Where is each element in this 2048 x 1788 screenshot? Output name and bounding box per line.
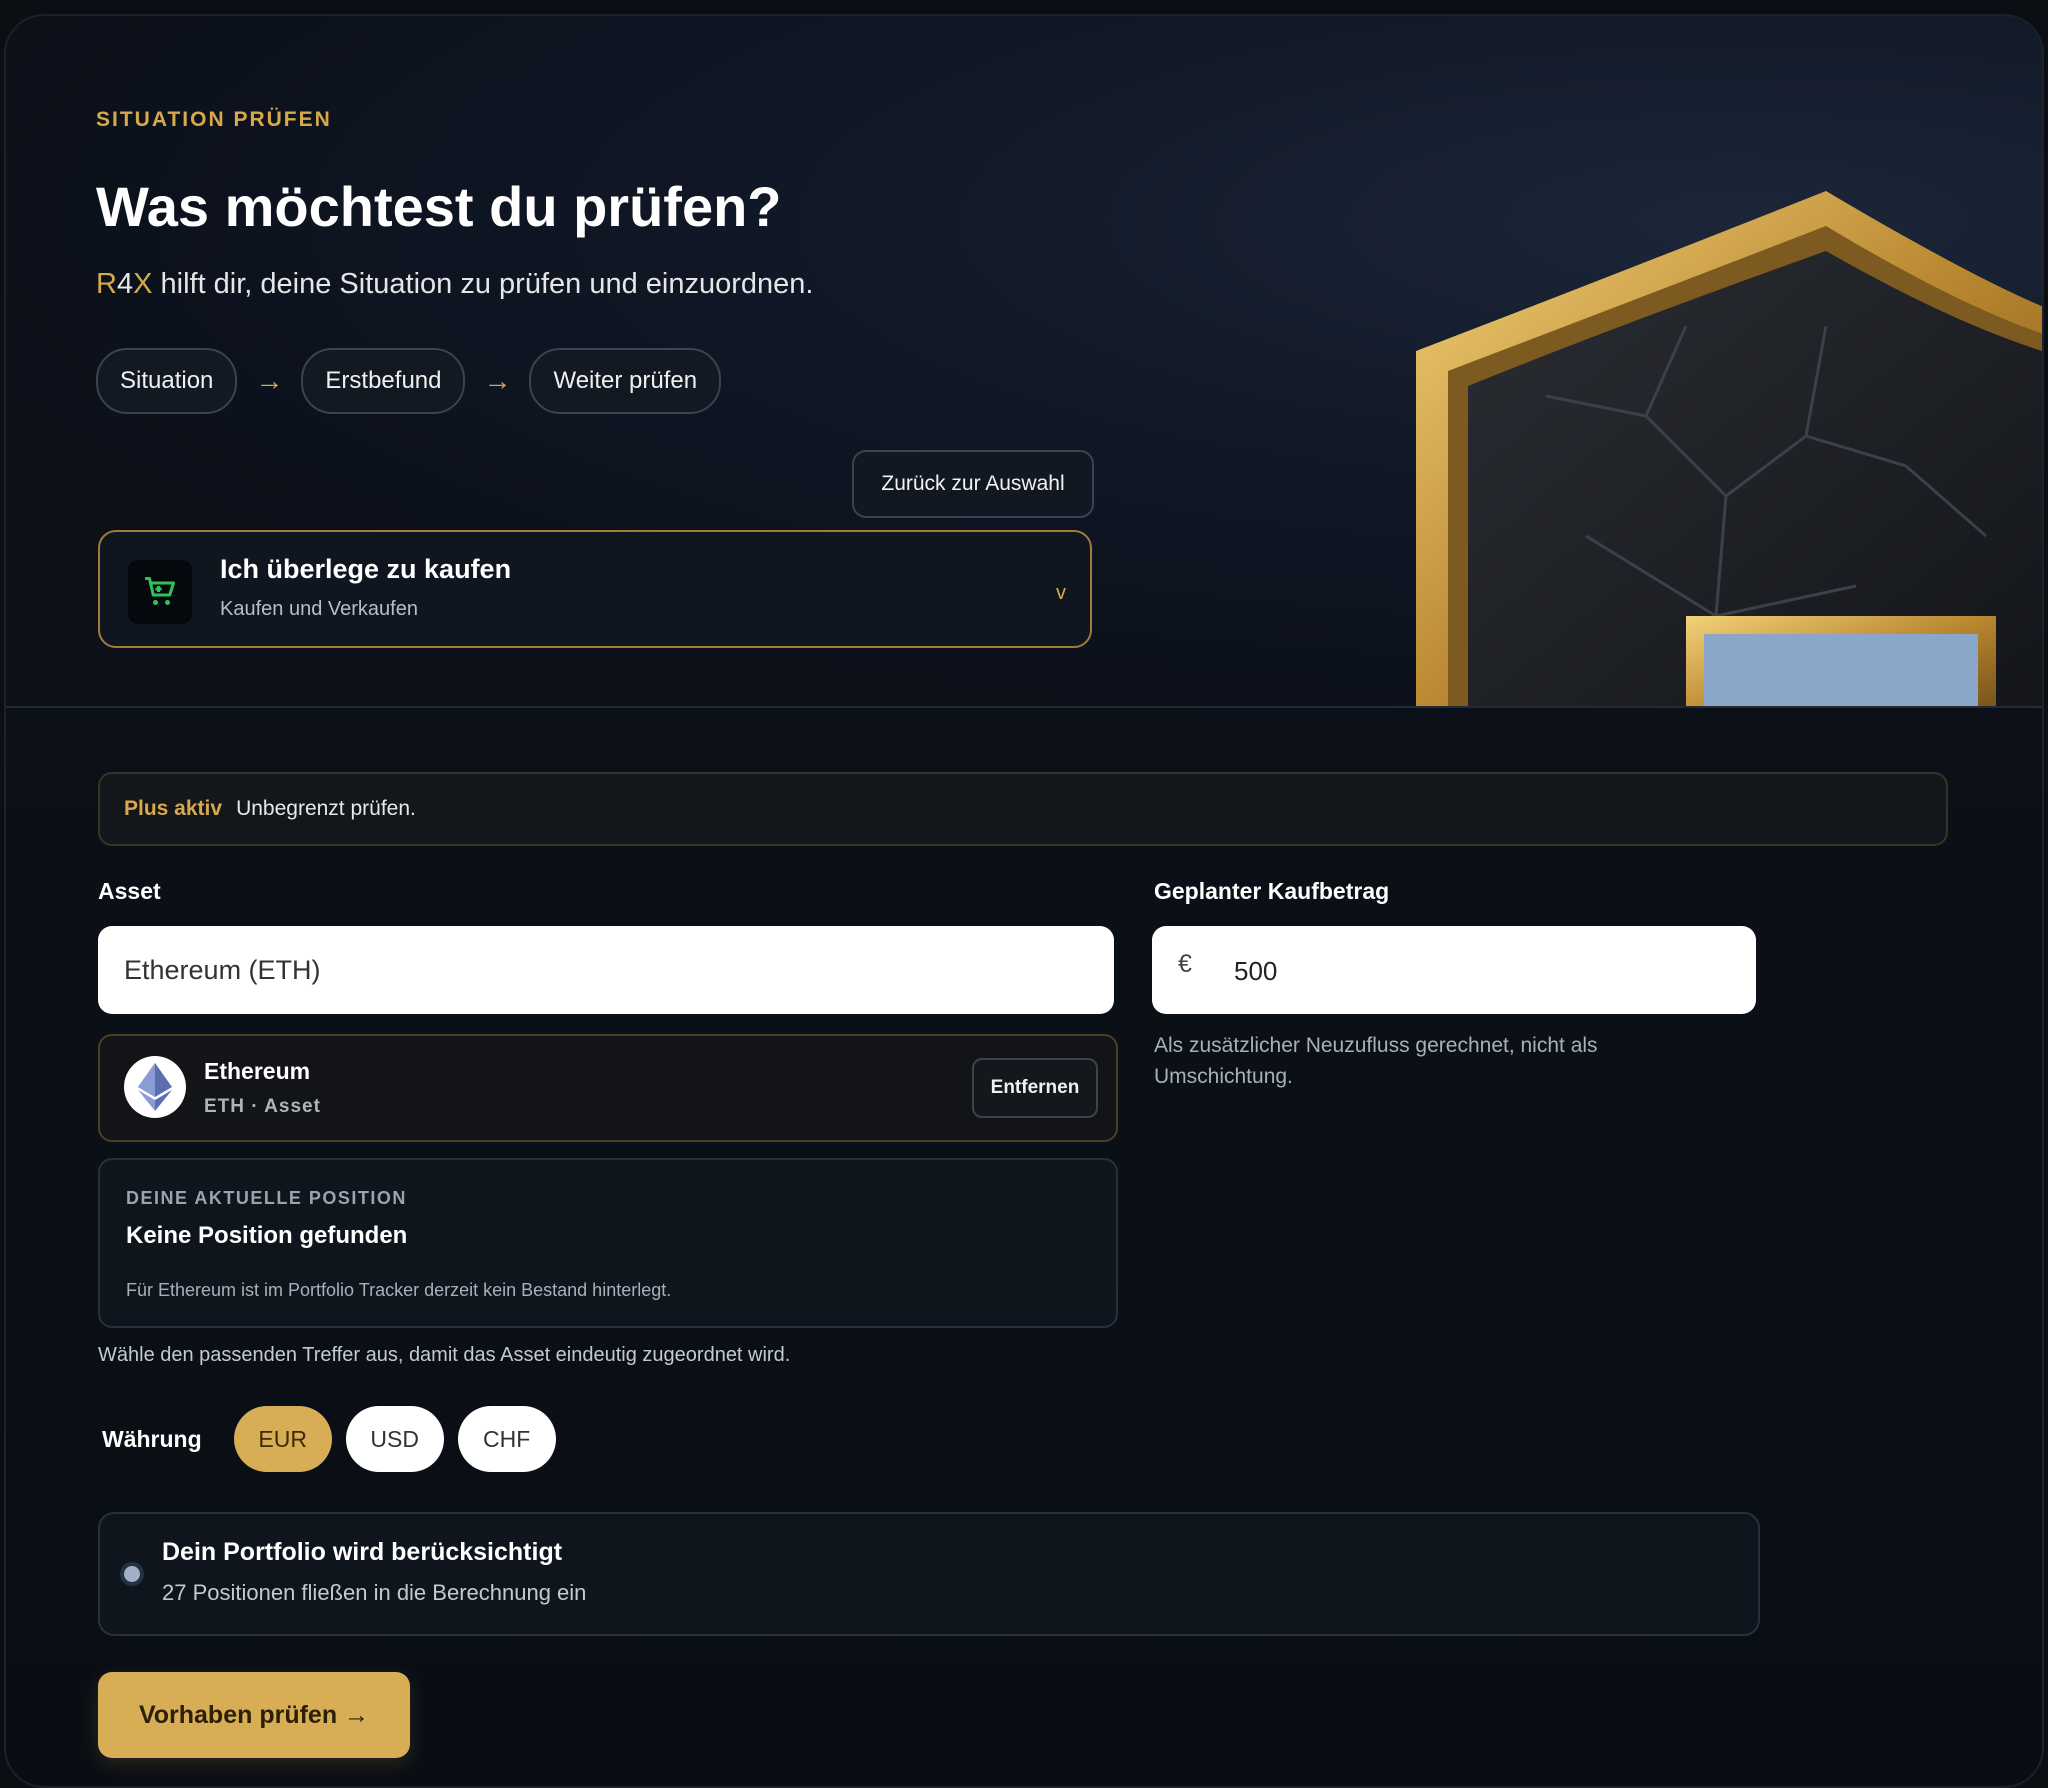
currency-selector: Währung EUR USD CHF — [102, 1406, 556, 1472]
amount-label: Geplanter Kaufbetrag — [1154, 878, 1390, 904]
asset-label: Asset — [98, 878, 161, 904]
currency-option-eur[interactable]: EUR — [233, 1406, 332, 1472]
page-subtitle: R4X hilft dir, deine Situation zu prüfen… — [96, 268, 813, 301]
current-position-card: DEINE AKTUELLE POSITION Keine Position g… — [98, 1158, 1118, 1328]
step-situation: Situation — [96, 348, 238, 414]
remove-asset-button[interactable]: Entfernen — [972, 1058, 1098, 1118]
section-eyebrow: SITUATION PRÜFEN — [96, 108, 332, 131]
asset-meta: ETH · Asset — [204, 1096, 321, 1117]
step-erstbefund: Erstbefund — [301, 348, 466, 414]
position-text: Für Ethereum ist im Portfolio Tracker de… — [126, 1280, 672, 1300]
amount-input[interactable] — [1232, 926, 1736, 1016]
step-weiter-pruefen: Weiter prüfen — [529, 348, 722, 414]
asset-hint: Wähle den passenden Treffer aus, damit d… — [98, 1344, 791, 1366]
select-title: Ich überlege zu kaufen — [220, 554, 512, 584]
amount-note: Als zusätzlicher Neuzufluss gerechnet, n… — [1154, 1034, 1598, 1088]
main-card: SITUATION PRÜFEN Was möchtest du prüfen?… — [4, 14, 2044, 1788]
cart-icon — [128, 560, 192, 624]
brand-letter-x: X — [133, 268, 153, 300]
currency-label: Währung — [102, 1425, 202, 1452]
ethereum-icon — [124, 1056, 186, 1118]
plus-status-bar: Plus aktiv Unbegrenzt prüfen. — [98, 772, 1948, 846]
currency-option-chf[interactable]: CHF — [457, 1406, 556, 1472]
situation-select[interactable]: Ich überlege zu kaufen Kaufen und Verkau… — [98, 530, 1092, 648]
subtitle-text: hilft dir, deine Situation zu prüfen und… — [152, 268, 814, 300]
asset-search-input[interactable] — [98, 926, 1114, 1014]
shield-illustration — [1416, 191, 2042, 706]
status-dot-icon — [124, 1566, 140, 1582]
selected-asset-card: Ethereum ETH · Asset Entfernen — [98, 1034, 1118, 1142]
step-arrow-icon: → — [483, 365, 512, 396]
step-arrow-icon: → — [255, 365, 284, 396]
check-plan-button[interactable]: Vorhaben prüfen → — [98, 1672, 410, 1758]
position-title: Keine Position gefunden — [126, 1222, 408, 1249]
asset-name: Ethereum — [204, 1058, 311, 1084]
page-title: Was möchtest du prüfen? — [96, 175, 782, 238]
step-indicator: Situation → Erstbefund → Weiter prüfen — [96, 348, 722, 414]
hero-section: SITUATION PRÜFEN Was möchtest du prüfen?… — [6, 16, 2042, 708]
brand-letter-r: R — [96, 268, 117, 300]
plus-badge: Plus aktiv — [124, 797, 223, 820]
brand-letter-4: 4 — [116, 268, 134, 300]
portfolio-subtitle: 27 Positionen fließen in die Berechnung … — [162, 1580, 587, 1605]
amount-field[interactable]: € — [1152, 926, 1756, 1016]
select-subtitle: Kaufen und Verkaufen — [220, 598, 418, 620]
back-to-selection-button[interactable]: Zurück zur Auswahl — [852, 450, 1094, 518]
portfolio-title: Dein Portfolio wird berücksichtigt — [162, 1538, 563, 1566]
portfolio-info-card: Dein Portfolio wird berücksichtigt 27 Po… — [98, 1512, 1760, 1636]
position-eyebrow: DEINE AKTUELLE POSITION — [126, 1188, 407, 1208]
euro-icon: € — [1178, 950, 1192, 978]
plus-text: Unbegrenzt prüfen. — [236, 797, 416, 820]
chevron-down-icon: v — [1056, 582, 1066, 604]
currency-option-usd[interactable]: USD — [345, 1406, 444, 1472]
